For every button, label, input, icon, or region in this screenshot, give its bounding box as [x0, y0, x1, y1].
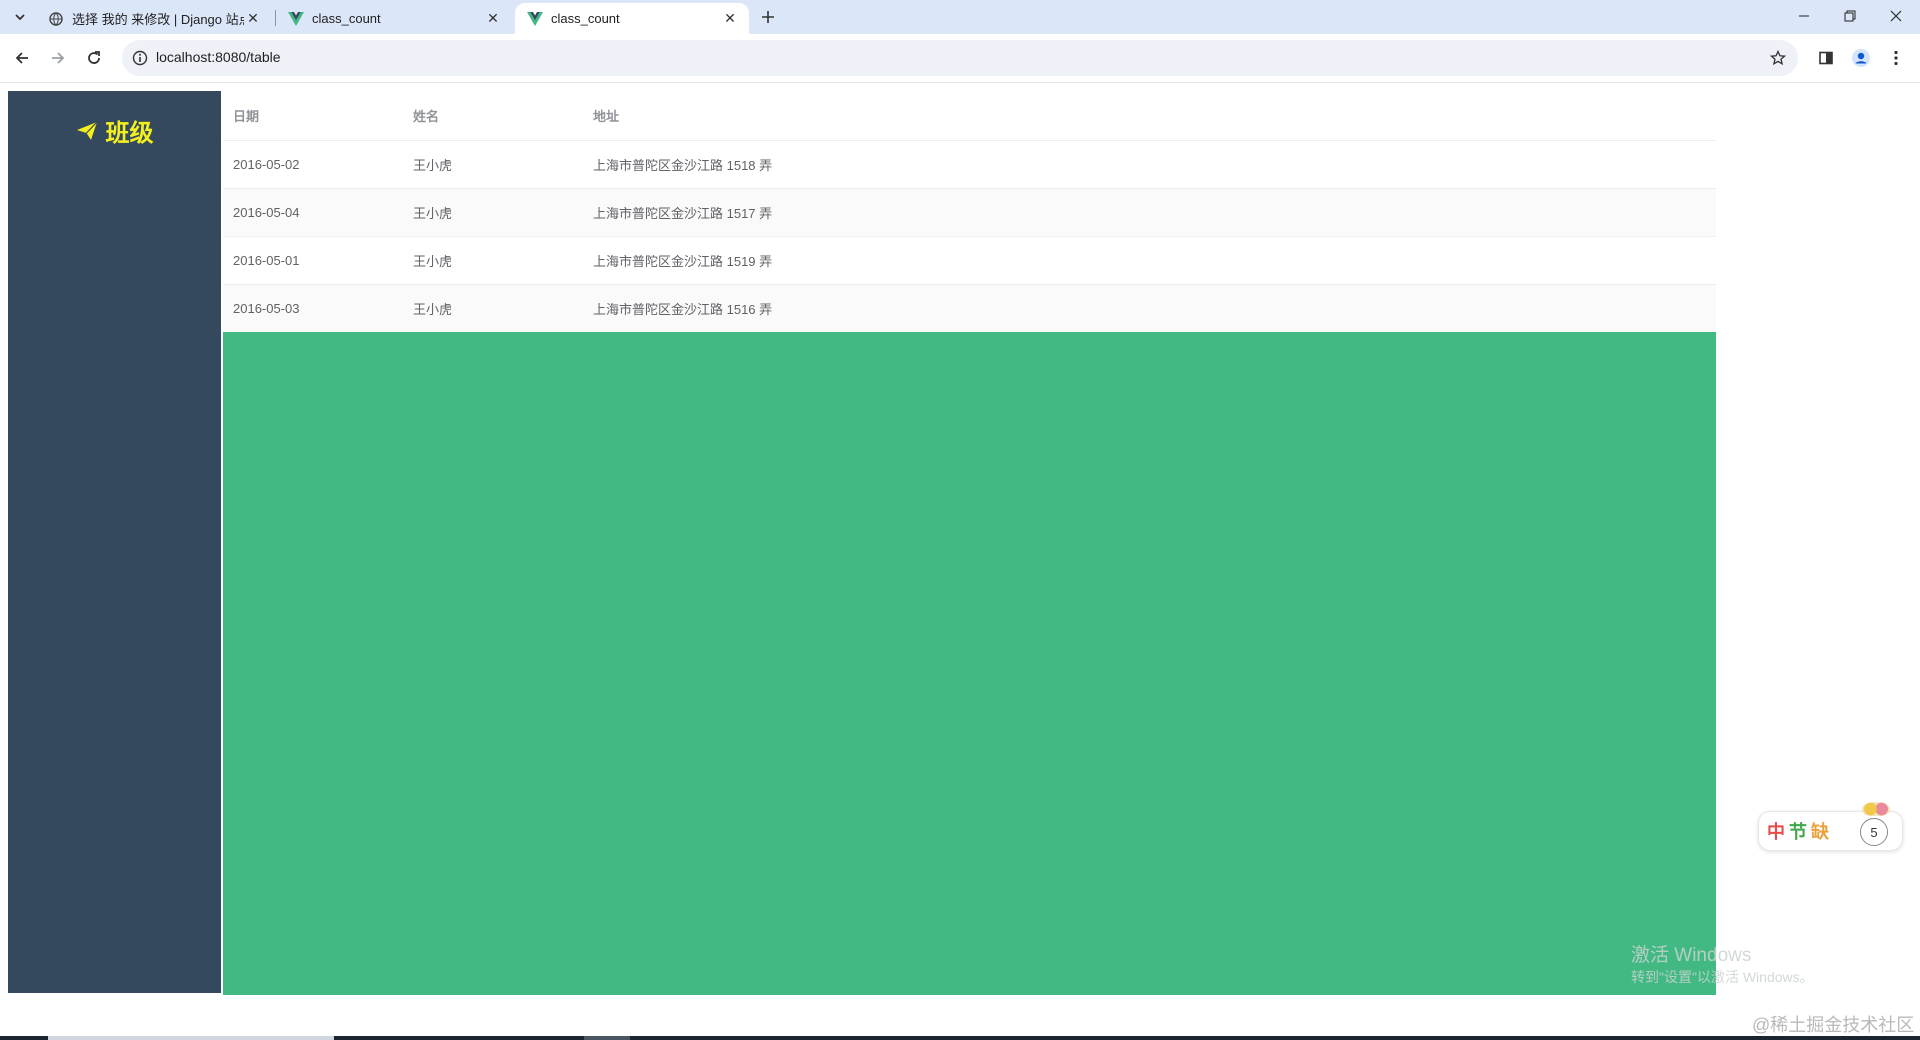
flower-decoration-icon: [1862, 802, 1890, 816]
cell-address: 上海市普陀区金沙江路 1519 弄: [593, 254, 773, 269]
cell-name: 王小虎: [413, 254, 453, 269]
brand[interactable]: 班级: [8, 113, 221, 148]
cell-name: 王小虎: [413, 206, 453, 221]
taskbar-item[interactable]: [48, 1036, 334, 1040]
back-button[interactable]: [8, 44, 36, 72]
side-panel-icon: [1819, 51, 1833, 65]
tab-title: class_count: [312, 11, 381, 26]
cell-date: 2016-05-01: [233, 253, 300, 268]
tab-title: class_count: [551, 11, 620, 26]
column-header-address[interactable]: 地址: [583, 106, 1716, 125]
close-window-button[interactable]: [1873, 0, 1919, 32]
cell-date: 2016-05-02: [233, 157, 300, 172]
festival-badge: 5: [1860, 818, 1888, 846]
cell-date: 2016-05-03: [233, 301, 300, 316]
reload-button[interactable]: [80, 44, 108, 72]
taskbar-item[interactable]: [584, 1036, 630, 1040]
address-bar[interactable]: localhost:8080/table: [122, 40, 1798, 76]
sidebar: 班级: [8, 91, 221, 993]
browser-toolbar: localhost:8080/table: [0, 34, 1920, 83]
globe-icon: [48, 11, 64, 27]
arrow-left-icon: [15, 52, 28, 64]
cell-address: 上海市普陀区金沙江路 1518 弄: [593, 158, 773, 173]
brand-title: 班级: [105, 120, 154, 147]
cell-address: 上海市普陀区金沙江路 1517 弄: [593, 206, 773, 221]
tab-strip: 选择 我的 来修改 | Django 站点 ✕ class_count ✕ cl…: [0, 0, 1920, 34]
forward-button[interactable]: [44, 44, 72, 72]
cell-address: 上海市普陀区金沙江路 1516 弄: [593, 302, 773, 317]
tab-class-count[interactable]: class_count ✕: [276, 3, 512, 34]
more-vertical-icon: [1894, 50, 1898, 66]
table-row[interactable]: 2016-05-03 王小虎 上海市普陀区金沙江路 1516 弄: [223, 285, 1716, 333]
plus-icon: [762, 11, 774, 23]
restore-icon: [1844, 10, 1856, 22]
content-area: [223, 332, 1716, 995]
table-row[interactable]: 2016-05-04 王小虎 上海市普陀区金沙江路 1517 弄: [223, 189, 1716, 237]
close-icon[interactable]: ✕: [244, 10, 262, 28]
reload-icon: [88, 51, 100, 64]
cell-name: 王小虎: [413, 158, 453, 173]
avatar-icon: [1852, 49, 1870, 67]
close-icon: [1890, 10, 1902, 22]
table-row[interactable]: 2016-05-02 王小虎 上海市普陀区金沙江路 1518 弄: [223, 141, 1716, 189]
vue-icon: [288, 11, 304, 27]
tab-class-count-active[interactable]: class_count ✕: [515, 3, 749, 34]
tab-django[interactable]: 选择 我的 来修改 | Django 站点 ✕: [36, 3, 272, 34]
festival-char: 缺: [1811, 822, 1833, 842]
bookmark-star-icon[interactable]: [1768, 48, 1788, 68]
restore-button[interactable]: [1827, 0, 1873, 32]
minimize-icon: [1799, 15, 1809, 17]
chevron-down-icon: [15, 14, 25, 21]
festival-widget[interactable]: 中 节 缺 5: [1758, 802, 1903, 851]
table-row[interactable]: 2016-05-01 王小虎 上海市普陀区金沙江路 1519 弄: [223, 237, 1716, 285]
column-header-name[interactable]: 姓名: [403, 106, 583, 125]
juejin-watermark: @稀土掘金技术社区: [1752, 1015, 1915, 1035]
festival-char: 节: [1789, 822, 1811, 842]
main-content: 日期 姓名 地址 2016-05-02 王小虎 上海市普陀区金沙江路 1518 …: [223, 91, 1716, 995]
menu-button[interactable]: [1884, 46, 1908, 70]
url-text[interactable]: localhost:8080/table: [156, 49, 281, 65]
cell-date: 2016-05-04: [233, 205, 300, 220]
activation-title: 激活 Windows: [1631, 945, 1752, 966]
taskbar: [0, 1036, 1920, 1040]
minimize-button[interactable]: [1781, 0, 1827, 32]
paper-plane-icon: [76, 121, 97, 140]
close-icon[interactable]: ✕: [484, 10, 502, 28]
arrow-right-icon: [52, 52, 65, 64]
cell-name: 王小虎: [413, 302, 453, 317]
festival-char: 中: [1767, 822, 1789, 842]
new-tab-button[interactable]: [756, 5, 780, 29]
profile-button[interactable]: [1849, 46, 1873, 70]
column-header-date[interactable]: 日期: [223, 106, 403, 125]
site-info-icon[interactable]: [130, 48, 150, 68]
vue-icon: [527, 11, 543, 27]
tab-search-button[interactable]: [6, 5, 34, 29]
table-header: 日期 姓名 地址: [223, 91, 1716, 141]
close-icon[interactable]: ✕: [721, 10, 739, 28]
activation-subtitle: 转到"设置"以激活 Windows。: [1631, 969, 1814, 985]
side-panel-button[interactable]: [1814, 46, 1838, 70]
data-table: 日期 姓名 地址 2016-05-02 王小虎 上海市普陀区金沙江路 1518 …: [223, 91, 1716, 333]
tab-title: 选择 我的 来修改 | Django 站点: [72, 12, 244, 27]
